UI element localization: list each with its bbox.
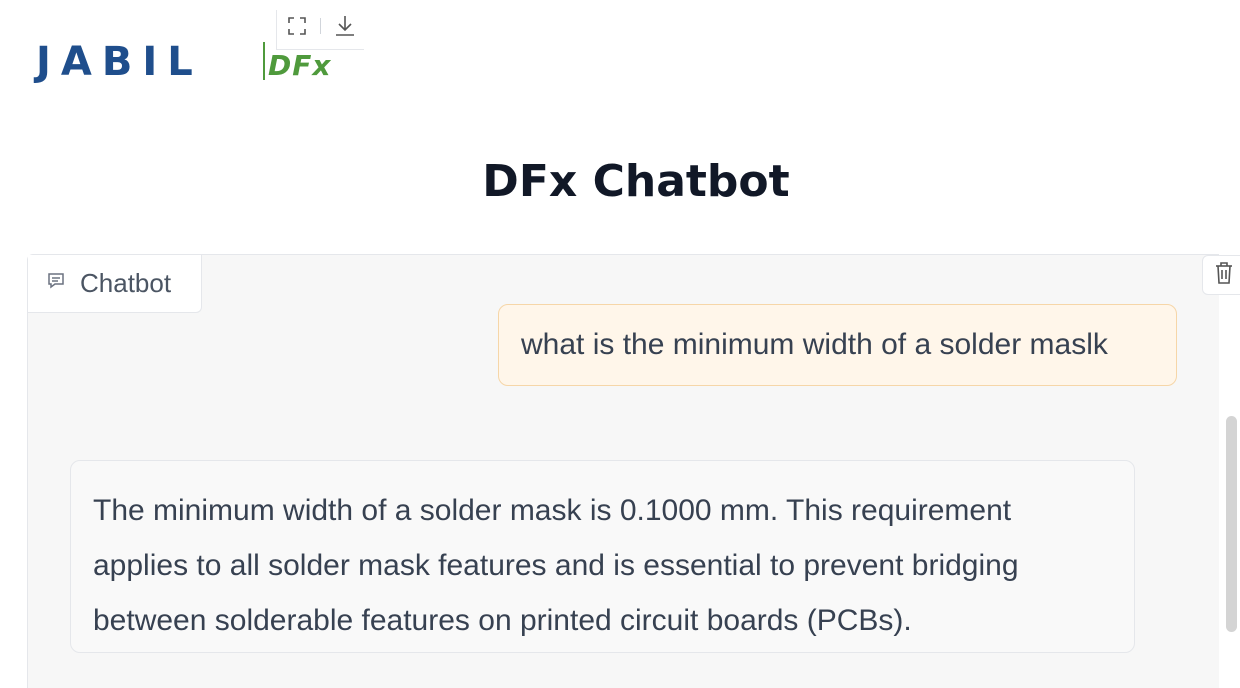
chat-scrollbar-thumb[interactable] — [1226, 416, 1237, 632]
clear-chat-button[interactable] — [1202, 255, 1240, 295]
logo-divider — [263, 42, 265, 80]
chatbot-tab-label: Chatbot — [80, 268, 172, 298]
page-title: DFx Chatbot — [482, 156, 790, 207]
logo-brand-text: JABIL — [36, 39, 203, 85]
trash-icon — [1213, 261, 1235, 290]
download-icon[interactable] — [333, 14, 357, 38]
logo-product-text: DFx — [268, 49, 332, 82]
user-message: what is the minimum width of a solder ma… — [498, 304, 1177, 386]
toolbar-separator — [320, 18, 321, 34]
chat-bubble-icon — [46, 271, 66, 296]
bot-message: The minimum width of a solder mask is 0.… — [70, 460, 1135, 653]
chatbot-label-tab: Chatbot — [28, 255, 202, 313]
page: JABIL DFx DFx Chatbot Chatbot what is th… — [0, 0, 1240, 688]
fullscreen-icon[interactable] — [285, 14, 309, 38]
image-toolbar — [276, 10, 364, 50]
